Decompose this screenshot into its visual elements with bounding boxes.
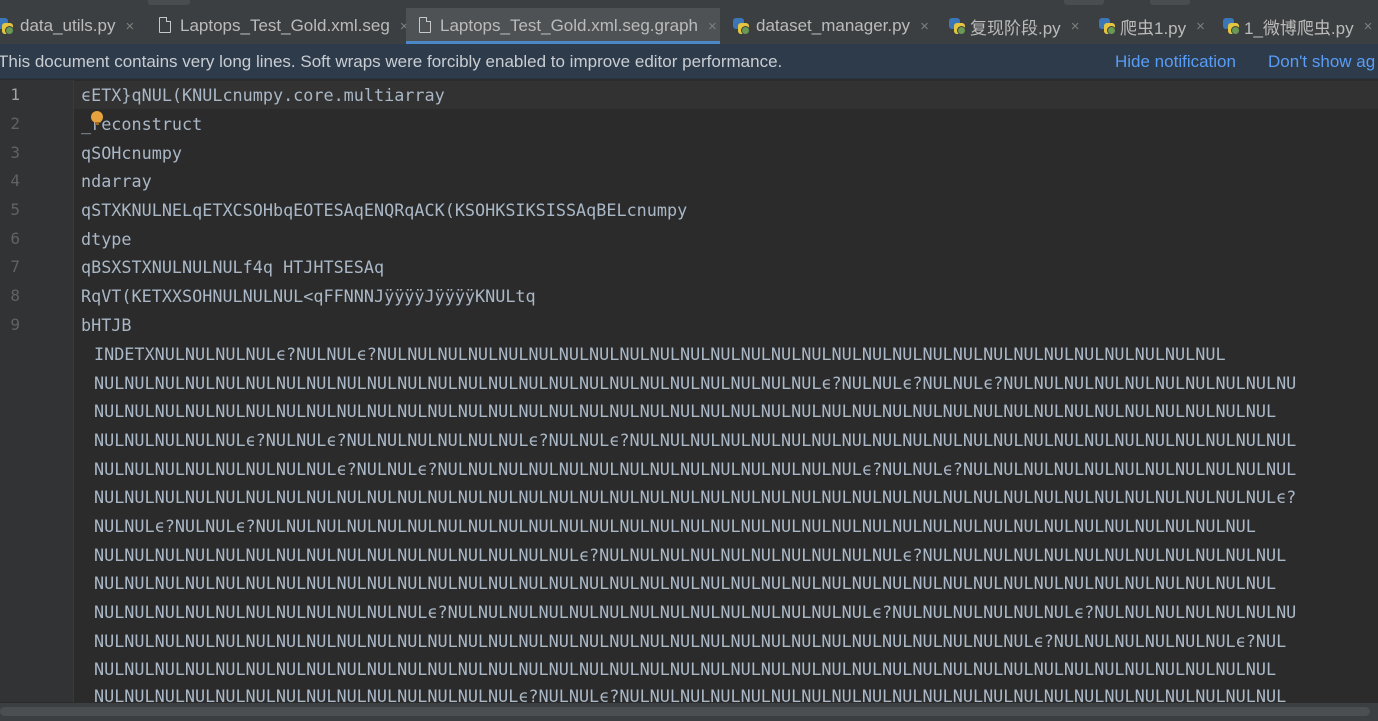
code-line[interactable]: ndarray bbox=[81, 171, 152, 191]
toolbar-fragment bbox=[1150, 0, 1190, 5]
tab-label: 1_微博爬虫.py bbox=[1244, 18, 1354, 38]
code-line[interactable]: ϵETX}qNUL(KNULcnumpy.core.multiarray bbox=[81, 85, 445, 105]
line-number: 7 bbox=[10, 257, 20, 276]
code-line[interactable]: dtype bbox=[81, 229, 132, 249]
line-number: 1 bbox=[10, 85, 20, 104]
tab-label: Laptops_Test_Gold.xml.seg.graph bbox=[440, 16, 698, 35]
wrapped-code-line[interactable]: INDETXNULNULNULNULϵ?NULNULϵ?NULNULNULNUL… bbox=[94, 344, 1226, 364]
wrapped-code-line[interactable]: NULNULNULNULNULNULNULNULNULNULNULNULNULN… bbox=[94, 659, 1276, 679]
code-line[interactable]: qSOHcnumpy bbox=[81, 143, 182, 163]
tab-label: Laptops_Test_Gold.xml.seg bbox=[180, 16, 390, 35]
line-number: 4 bbox=[10, 171, 20, 190]
python-file-icon bbox=[0, 17, 14, 35]
close-tab-icon[interactable]: × bbox=[1071, 18, 1080, 35]
tab-label: dataset_manager.py bbox=[756, 16, 911, 35]
wrapped-code-line[interactable]: NULNULNULNULNULNULNULNULNULNULNULNULNULN… bbox=[94, 401, 1276, 421]
wrapped-code-line[interactable]: NULNULNULNULNULNULNULNULϵ?NULNULϵ?NULNUL… bbox=[94, 459, 1296, 479]
toolbar-strip bbox=[0, 0, 1378, 7]
notification-message: This document contains very long lines. … bbox=[0, 52, 783, 71]
horizontal-scrollbar[interactable] bbox=[0, 702, 1378, 721]
text-file-icon bbox=[416, 17, 434, 35]
close-tab-icon[interactable]: × bbox=[1196, 18, 1205, 35]
line-number: 3 bbox=[10, 143, 20, 162]
code-line[interactable]: qBSXSTXNULNULNULf4q HTJHTSESAq bbox=[81, 257, 384, 277]
tab-label: 爬虫1.py bbox=[1120, 18, 1187, 38]
scrollbar-thumb[interactable] bbox=[0, 707, 1370, 716]
wrapped-code-line[interactable]: NULNULNULNULNULNULNULNULNULNULNULNULNULN… bbox=[94, 631, 1286, 651]
close-tab-icon[interactable]: × bbox=[708, 18, 717, 35]
tab-weibo-crawler[interactable]: 1_微博爬虫.py × bbox=[1214, 8, 1378, 44]
code-line[interactable]: qSTXKNULNELqETXCSOHbqEOTESAqENQRqACK(KSO… bbox=[81, 200, 687, 220]
line-number-gutter[interactable]: 1 2 3 4 5 6 7 8 9 bbox=[0, 80, 74, 702]
tab-laptops-seg-graph[interactable]: Laptops_Test_Gold.xml.seg.graph × bbox=[406, 8, 720, 44]
close-tab-icon[interactable]: × bbox=[920, 18, 929, 35]
text-file-icon bbox=[156, 17, 174, 35]
python-file-icon bbox=[948, 17, 966, 35]
line-number: 8 bbox=[10, 286, 20, 305]
tab-label: data_utils.py bbox=[20, 16, 116, 35]
wrapped-code-line[interactable]: NULNULNULNULNULNULNULNULNULNULNULϵ?NULNU… bbox=[94, 602, 1296, 622]
python-file-icon bbox=[732, 17, 750, 35]
wrapped-code-line[interactable]: NULNULNULNULNULNULNULNULNULNULNULNULNULN… bbox=[94, 545, 1286, 565]
tab-data-utils[interactable]: data_utils.py × bbox=[0, 8, 144, 44]
wrapped-code-line[interactable]: NULNULNULNULNULϵ?NULNULϵ?NULNULNULNULNUL… bbox=[94, 430, 1296, 450]
intention-bulb-icon[interactable] bbox=[91, 111, 103, 125]
tab-laptops-seg[interactable]: Laptops_Test_Gold.xml.seg × bbox=[148, 8, 409, 44]
close-tab-icon[interactable]: × bbox=[1364, 18, 1373, 35]
editor-tab-bar: data_utils.py × Laptops_Test_Gold.xml.se… bbox=[0, 0, 1378, 45]
line-number: 5 bbox=[10, 200, 20, 219]
line-number: 2 bbox=[10, 114, 20, 133]
close-tab-icon[interactable]: × bbox=[125, 18, 134, 35]
tab-crawler-1[interactable]: 爬虫1.py × bbox=[1090, 8, 1214, 44]
wrapped-code-line[interactable]: NULNULNULNULNULNULNULNULNULNULNULNULNULN… bbox=[94, 373, 1296, 393]
toolbar-fragment bbox=[1064, 0, 1104, 5]
code-line[interactable]: bHTJB bbox=[81, 315, 132, 335]
code-line[interactable]: RqVT(KETXXSOHNULNULNUL<qFFNNNJÿÿÿÿJÿÿÿÿK… bbox=[81, 286, 536, 306]
python-file-icon bbox=[1222, 17, 1240, 35]
tab-dataset-manager[interactable]: dataset_manager.py × bbox=[722, 8, 940, 44]
tab-label: 复现阶段.py bbox=[970, 18, 1061, 38]
wrapped-code-line[interactable]: NULNULNULNULNULNULNULNULNULNULNULNULNULN… bbox=[94, 686, 1286, 702]
dont-show-again-link[interactable]: Don't show ag bbox=[1268, 52, 1375, 72]
wrapped-code-line[interactable]: NULNULϵ?NULNULϵ?NULNULNULNULNULNULNULNUL… bbox=[94, 516, 1256, 536]
line-number: 6 bbox=[10, 229, 20, 248]
code-editor[interactable]: 1 2 3 4 5 6 7 8 9 ϵETX}qNUL(KNULcnumpy.c… bbox=[0, 80, 1378, 702]
tab-reproduce-stage[interactable]: 复现阶段.py × bbox=[940, 8, 1090, 44]
toolbar-fragment bbox=[148, 0, 190, 5]
wrapped-code-line[interactable]: NULNULNULNULNULNULNULNULNULNULNULNULNULN… bbox=[94, 487, 1296, 507]
python-file-icon bbox=[1098, 17, 1116, 35]
line-number: 9 bbox=[10, 315, 20, 334]
hide-notification-link[interactable]: Hide notification bbox=[1115, 52, 1236, 72]
wrapped-code-line[interactable]: NULNULNULNULNULNULNULNULNULNULNULNULNULN… bbox=[94, 573, 1276, 593]
long-lines-notification: This document contains very long lines. … bbox=[0, 44, 1378, 79]
